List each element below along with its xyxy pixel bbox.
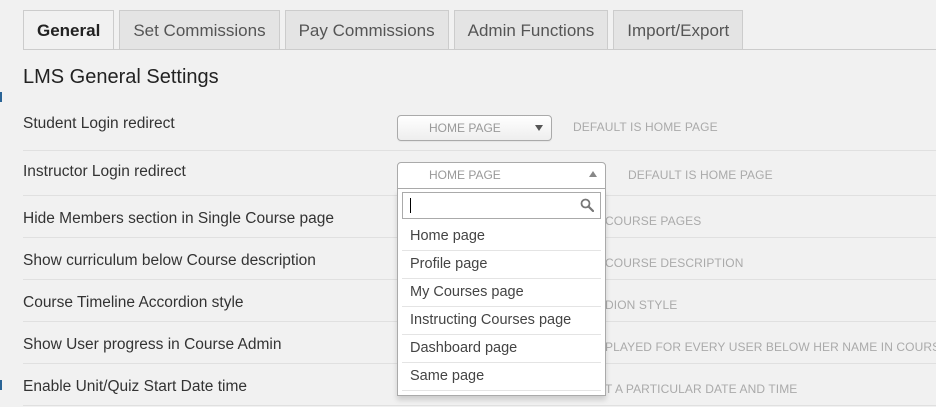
tab-set-commissions[interactable]: Set Commissions	[119, 10, 280, 50]
dropdown-option[interactable]: My Courses page	[402, 279, 601, 307]
dropdown-options: Home page Profile page My Courses page I…	[402, 223, 601, 391]
text-caret	[410, 198, 411, 213]
tab-pay-commissions[interactable]: Pay Commissions	[284, 10, 449, 50]
setting-label: Enable Unit/Quiz Start Date time	[23, 378, 247, 395]
edge-mark	[0, 380, 2, 390]
dropdown-search-input[interactable]	[402, 192, 601, 219]
dropdown-option[interactable]: Home page	[402, 223, 601, 251]
dropdown-search	[402, 192, 601, 219]
page-title: LMS General Settings	[23, 66, 219, 88]
setting-label: Instructor Login redirect	[23, 163, 186, 180]
setting-label: Hide Members section in Single Course pa…	[23, 210, 335, 227]
chevron-up-icon	[589, 171, 597, 177]
setting-label: Student Login redirect	[23, 115, 175, 132]
setting-description: T A PARTICULAR DATE AND TIME	[605, 382, 798, 396]
setting-description: DION STYLE	[605, 298, 678, 312]
left-edge	[0, 0, 4, 407]
dropdown-option[interactable]: Profile page	[402, 251, 601, 279]
setting-row-student-login: Student Login redirect HOME PAGE DEFAULT…	[23, 106, 936, 151]
dropdown-option[interactable]: Dashboard page	[402, 335, 601, 363]
edge-mark	[0, 92, 2, 102]
dropdown-option[interactable]: Instructing Courses page	[402, 307, 601, 335]
setting-description: PLAYED FOR EVERY USER BELOW HER NAME IN …	[605, 340, 936, 354]
tab-admin-functions[interactable]: Admin Functions	[453, 10, 609, 50]
instructor-login-dropdown: Home page Profile page My Courses page I…	[397, 189, 606, 396]
select-value: HOME PAGE	[429, 121, 501, 135]
setting-label: Show curriculum below Course description	[23, 252, 316, 269]
tab-import-export[interactable]: Import/Export	[613, 10, 744, 50]
setting-description: COURSE PAGES	[605, 214, 702, 228]
instructor-login-select[interactable]: HOME PAGE	[397, 162, 606, 189]
select-value: HOME PAGE	[429, 168, 501, 182]
student-login-select[interactable]: HOME PAGE	[397, 115, 552, 141]
tab-general[interactable]: General	[23, 10, 115, 50]
setting-label: Course Timeline Accordion style	[23, 294, 244, 311]
tabs-divider	[23, 49, 936, 50]
dropdown-option[interactable]: Same page	[402, 363, 601, 391]
setting-description: DEFAULT IS HOME PAGE	[628, 168, 773, 182]
setting-description: COURSE DESCRIPTION	[605, 256, 744, 270]
setting-description: DEFAULT IS HOME PAGE	[573, 120, 718, 134]
chevron-down-icon	[535, 125, 543, 131]
setting-label: Show User progress in Course Admin	[23, 336, 282, 353]
settings-tabs: General Set Commissions Pay Commissions …	[23, 10, 748, 50]
search-icon	[580, 198, 594, 212]
